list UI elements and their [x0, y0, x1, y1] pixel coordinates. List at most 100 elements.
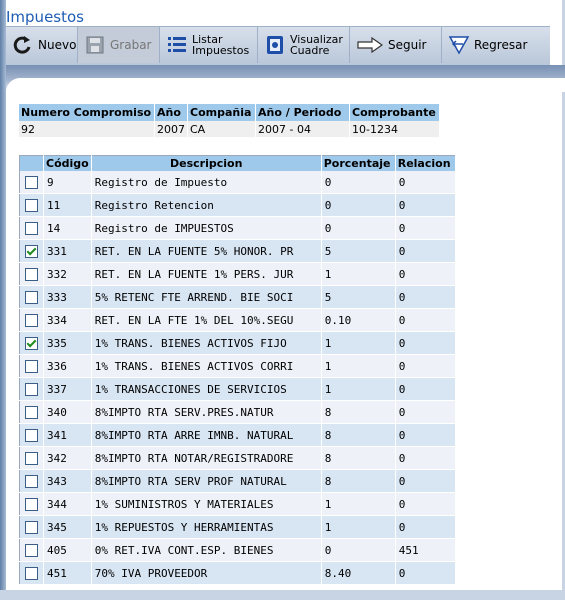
relacion-cell: 0	[395, 171, 456, 194]
descripcion-cell: 1% TRANS. BIENES ACTIVOS CORRI	[91, 354, 322, 378]
relacion-cell: 0	[395, 308, 456, 332]
descripcion-cell: 1% REPUESTOS Y HERRAMIENTAS	[91, 515, 322, 539]
header-col-comprobante: Comprobante	[349, 104, 440, 121]
regresar-label: Regresar	[474, 38, 528, 52]
header-cell-comprobante: 10-1234	[349, 121, 440, 137]
table-row[interactable]: 332 RET. EN LA FUENTE 1% PERS. JUR 1 0	[19, 262, 456, 286]
row-checkbox[interactable]	[25, 497, 38, 511]
relacion-cell: 0	[395, 492, 456, 516]
table-row[interactable]: 344 1% SUMINISTROS Y MATERIALES 1 0	[19, 492, 456, 516]
visualizar-cuadre-button[interactable]: Visualizar Cuadre	[258, 27, 350, 63]
table-row[interactable]: 333 5% RETENC FTE ARREND. BIE SOCI 5 0	[19, 285, 456, 309]
row-checkbox[interactable]	[25, 451, 38, 465]
table-row[interactable]: 337 1% TRANSACCIONES DE SERVICIOS 1 0	[19, 377, 456, 401]
listar-impuestos-button[interactable]: Listar Impuestos	[160, 27, 258, 63]
row-checkbox[interactable]	[25, 566, 38, 580]
row-checkbox[interactable]	[25, 382, 38, 396]
table-row[interactable]: 345 1% REPUESTOS Y HERRAMIENTAS 1 0	[19, 515, 456, 539]
table-row[interactable]: 342 8%IMPTO RTA NOTAR/REGISTRADORE 8 0	[19, 446, 456, 470]
refresh-icon	[12, 34, 34, 56]
relacion-cell: 0	[395, 331, 456, 355]
relacion-cell: 451	[395, 538, 456, 562]
codigo-cell: 341	[43, 423, 92, 447]
row-checkbox[interactable]	[25, 543, 38, 557]
porcentaje-cell: 1	[321, 262, 396, 286]
descripcion-cell: 8%IMPTO RTA NOTAR/REGISTRADORE	[91, 446, 322, 470]
table-row[interactable]: 336 1% TRANS. BIENES ACTIVOS CORRI 1 0	[19, 354, 456, 378]
table-row[interactable]: 335 1% TRANS. BIENES ACTIVOS FIJO 1 0	[19, 331, 456, 355]
table-row[interactable]: 341 8%IMPTO RTA ARRE IMNB. NATURAL 8 0	[19, 423, 456, 447]
arrow-right-icon	[356, 34, 384, 56]
bottom-frame-bar	[0, 590, 565, 600]
header-decoration-curve	[6, 78, 565, 92]
header-cell-ano: 2007	[154, 121, 188, 137]
row-checkbox[interactable]	[25, 267, 38, 281]
select-cell	[19, 239, 44, 263]
porcentaje-cell: 8.40	[321, 561, 396, 585]
select-cell	[19, 515, 44, 539]
row-checkbox[interactable]	[25, 336, 38, 350]
table-row[interactable]: 14 Registro de IMPUESTOS 0 0	[19, 216, 456, 240]
descripcion-cell: 1% TRANSACCIONES DE SERVICIOS	[91, 377, 322, 401]
row-checkbox[interactable]	[25, 428, 38, 442]
table-row[interactable]: 331 RET. EN LA FUENTE 5% HONOR. PR 5 0	[19, 239, 456, 263]
porcentaje-cell: 0	[321, 538, 396, 562]
row-checkbox[interactable]	[25, 405, 38, 419]
row-checkbox[interactable]	[25, 313, 38, 327]
header-col-numero-compromiso: Numero Compromiso	[19, 104, 155, 121]
descripcion-cell: Registro Retencion	[91, 193, 322, 217]
row-checkbox[interactable]	[25, 198, 38, 212]
row-checkbox[interactable]	[25, 520, 38, 534]
grabar-button[interactable]: Grabar	[78, 27, 160, 63]
table-row[interactable]: 343 8%IMPTO RTA SERV PROF NATURAL 8 0	[19, 469, 456, 493]
descripcion-cell: 1% SUMINISTROS Y MATERIALES	[91, 492, 322, 516]
visualizar-label: Visualizar Cuadre	[290, 34, 343, 56]
codigo-cell: 344	[43, 492, 92, 516]
impuestos-table-body: 9 Registro de Impuesto 0 0 11 Registro Retenc…	[19, 171, 456, 585]
select-cell	[19, 469, 44, 493]
document-view-icon	[264, 34, 286, 56]
descripcion-cell: 5% RETENC FTE ARREND. BIE SOCI	[91, 285, 322, 309]
table-row[interactable]: 9 Registro de Impuesto 0 0	[19, 171, 456, 194]
table-row[interactable]: 451 70% IVA PROVEEDOR 8.40 0	[19, 561, 456, 585]
table-row[interactable]: 334 RET. EN LA FTE 1% DEL 10%.SEGU 0.10 0	[19, 308, 456, 332]
descripcion-cell: Registro de IMPUESTOS	[91, 216, 322, 240]
nuevo-button[interactable]: Nuevo	[6, 27, 78, 63]
row-checkbox[interactable]	[25, 474, 38, 488]
relacion-cell: 0	[395, 262, 456, 286]
relacion-cell: 0	[395, 354, 456, 378]
descripcion-cell: 8%IMPTO RTA SERV.PRES.NATUR	[91, 400, 322, 424]
relacion-cell: 0	[395, 285, 456, 309]
porcentaje-cell: 0.10	[321, 308, 396, 332]
seguir-button[interactable]: Seguir	[350, 27, 442, 63]
table-row[interactable]: 405 0% RET.IVA CONT.ESP. BIENES 0 451	[19, 538, 456, 562]
porcentaje-cell: 8	[321, 446, 396, 470]
header-cell-compania: CA	[187, 121, 256, 137]
col-descripcion: Descripcion	[91, 155, 322, 171]
select-cell	[19, 400, 44, 424]
row-checkbox[interactable]	[25, 290, 38, 304]
row-checkbox[interactable]	[25, 244, 38, 258]
table-row[interactable]: 11 Registro Retencion 0 0	[19, 193, 456, 217]
select-cell	[19, 171, 44, 194]
listar-label-line2: Impuestos	[192, 44, 250, 57]
codigo-cell: 342	[43, 446, 92, 470]
codigo-cell: 331	[43, 239, 92, 263]
row-checkbox[interactable]	[25, 359, 38, 373]
descripcion-cell: 8%IMPTO RTA SERV PROF NATURAL	[91, 469, 322, 493]
select-cell	[19, 285, 44, 309]
seguir-label: Seguir	[388, 38, 427, 52]
row-checkbox[interactable]	[25, 221, 38, 235]
porcentaje-cell: 8	[321, 423, 396, 447]
row-checkbox[interactable]	[25, 175, 38, 189]
table-row[interactable]: 340 8%IMPTO RTA SERV.PRES.NATUR 8 0	[19, 400, 456, 424]
codigo-cell: 345	[43, 515, 92, 539]
regresar-button[interactable]: Regresar	[442, 27, 550, 63]
relacion-cell: 0	[395, 515, 456, 539]
select-cell	[19, 492, 44, 516]
codigo-cell: 405	[43, 538, 92, 562]
codigo-cell: 332	[43, 262, 92, 286]
codigo-cell: 336	[43, 354, 92, 378]
descripcion-cell: 8%IMPTO RTA ARRE IMNB. NATURAL	[91, 423, 322, 447]
select-cell	[19, 446, 44, 470]
